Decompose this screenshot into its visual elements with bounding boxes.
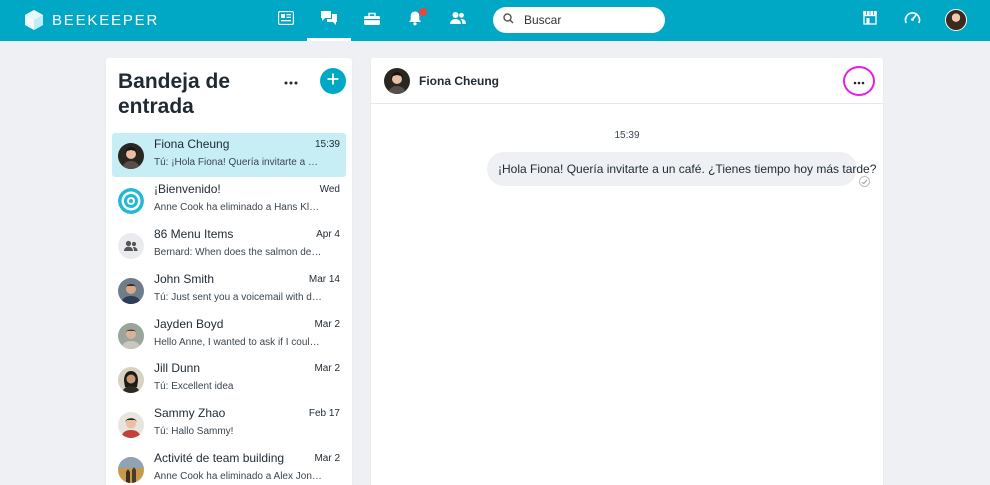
conversation-preview: Hello Anne, I wanted to ask if I could s… [154,337,322,348]
group-icon [118,233,144,259]
inbox-title-line1: Bandeja de [118,70,231,93]
message-bubble: ¡Hola Fiona! Quería invitarte a un café.… [487,152,876,186]
conversation-preview: Tú: Hallo Sammy! [154,426,234,437]
notification-badge [419,8,427,16]
brand-name: BEEKEEPER [52,11,160,29]
read-receipt-icon [859,176,870,187]
nav-tools[interactable] [350,0,394,41]
conversation-name: Fiona Cheung [154,137,230,151]
conversation-avatar [118,457,144,483]
nav-chats[interactable] [307,0,351,41]
chat-icon [320,10,338,31]
conversation-avatar [118,323,144,349]
conversation-time: Mar 2 [314,319,340,330]
news-feed-icon [277,10,295,30]
conversation-preview: Tú: ¡Hola Fiona! Quería invitarte a un c… [154,157,322,168]
tools-icon [363,11,381,31]
conversation-avatar [118,412,144,438]
conversation-name: Jill Dunn [154,361,201,375]
dashboard-gauge-icon [904,10,921,30]
inbox-panel: Bandeja de entrada Fiona Cheung 15:39 Tú… [106,58,352,485]
search-icon [503,11,514,29]
conversation-name: 86 Menu Items [154,227,234,241]
conversation-item-jill-dunn[interactable]: Jill Dunn Mar 2 Tú: Excellent idea [112,357,346,401]
welcome-target-icon [118,188,144,214]
more-horizontal-icon [284,72,298,90]
inbox-title-line2: entrada [118,95,194,118]
conversation-preview: Anne Cook ha eliminado a Alex Jones [154,471,322,482]
shop-icon [862,10,878,30]
conversation-item-sammy-zhao[interactable]: Sammy Zhao Feb 17 Tú: Hallo Sammy! [112,402,346,446]
chat-header: Fiona Cheung [371,58,883,104]
nav-notifications[interactable] [393,0,437,41]
conversation-time: Mar 14 [308,274,340,285]
conversation-name: ¡Bienvenido! [154,182,221,196]
message-timestamp: 15:39 [614,130,640,141]
search-input[interactable] [524,13,654,27]
more-horizontal-icon [853,72,865,90]
conversation-preview: Tú: Excellent idea [154,381,234,392]
conversation-item-fiona-cheung[interactable]: Fiona Cheung 15:39 Tú: ¡Hola Fiona! Quer… [112,133,346,177]
conversation-item-activite-team-building[interactable]: Activité de team building Mar 2 Anne Coo… [112,447,346,485]
beekeeper-logo[interactable]: BEEKEEPER [24,9,159,31]
user-avatar[interactable] [945,9,967,31]
conversation-name: Sammy Zhao [154,406,226,420]
conversation-time: Apr 4 [316,229,340,240]
inbox-title: Bandeja de entrada [118,69,268,119]
contact-avatar[interactable] [384,68,410,94]
conversation-avatar [118,367,144,393]
top-bar: BEEKEEPER [0,0,990,41]
conversation-name: John Smith [154,272,215,286]
conversation-name: Jayden Boyd [154,317,224,331]
dashboard-button[interactable] [900,8,924,32]
conversation-item-bienvenido[interactable]: ¡Bienvenido! Wed Anne Cook ha eliminado … [112,178,346,222]
conversation-name: Activité de team building [154,451,285,465]
conversation-time: Wed [319,184,340,195]
conversation-preview: Tú: Just sent you a voicemail with detai… [154,292,322,303]
conversation-preview: Bernard: When does the salmon delivery a… [154,247,322,258]
shop-button[interactable] [858,8,882,32]
conversation-time: Feb 17 [308,408,340,419]
new-conversation-button[interactable] [320,68,346,94]
conversation-avatar [118,143,144,169]
conversation-time: Mar 2 [314,453,340,464]
nav-news-feed[interactable] [264,0,308,41]
search-bar[interactable] [493,7,665,33]
chat-more-options-button[interactable] [843,66,875,96]
nav-people[interactable] [436,0,480,41]
chat-panel: Fiona Cheung 15:39 ¡Hola Fiona! Quería i… [371,58,883,485]
conversation-avatar [118,278,144,304]
conversation-time: Mar 2 [314,363,340,374]
conversation-item-jayden-boyd[interactable]: Jayden Boyd Mar 2 Hello Anne, I wanted t… [112,313,346,357]
contact-name[interactable]: Fiona Cheung [419,74,499,88]
inbox-more-options-button[interactable] [280,72,302,90]
conversation-item-john-smith[interactable]: John Smith Mar 14 Tú: Just sent you a vo… [112,268,346,312]
conversation-time: 15:39 [314,139,340,150]
beekeeper-logo-icon [24,9,44,31]
conversation-item-86-menu-items[interactable]: 86 Menu Items Apr 4 Bernard: When does t… [112,223,346,267]
plus-icon [327,72,339,90]
conversation-preview: Anne Cook ha eliminado a Hans Klaus [154,202,322,213]
people-icon [449,11,467,30]
